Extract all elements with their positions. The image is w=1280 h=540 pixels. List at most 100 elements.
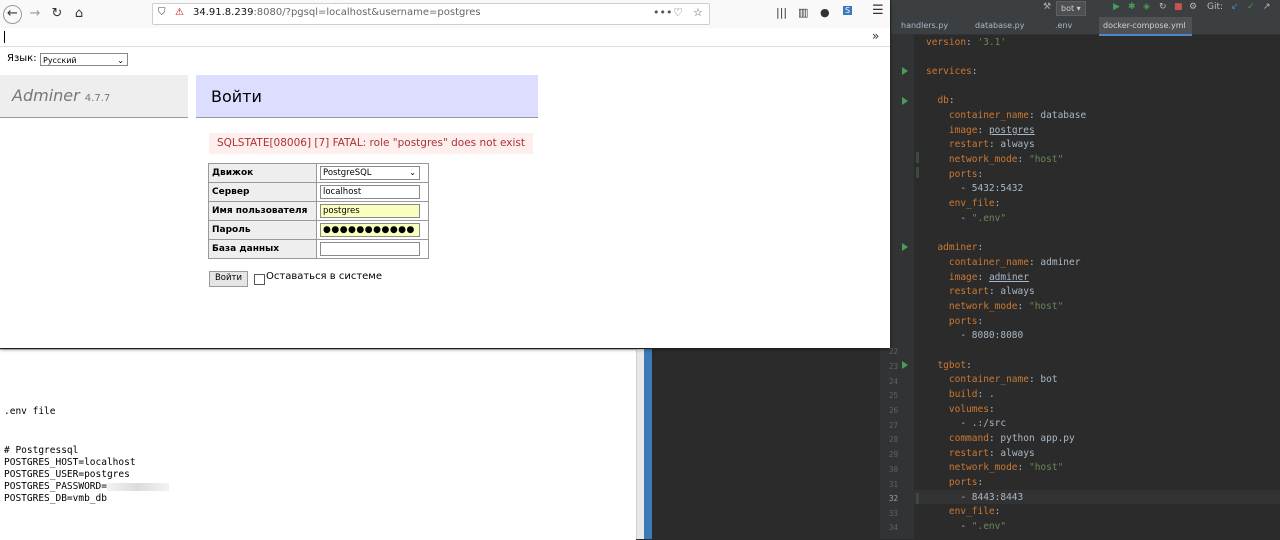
url-text[interactable]: 34.91.8.239:8080/?pgsql=localhost&userna… [193, 7, 481, 18]
run-icon[interactable]: ▶ [1113, 1, 1120, 14]
home-button[interactable]: ⌂ [70, 5, 88, 23]
username-input[interactable]: postgres [320, 204, 420, 218]
database-row: База данных [208, 239, 429, 259]
code-line: - 8443:8443 [926, 492, 1024, 503]
code-line: image: adminer [948, 272, 1029, 283]
line-number: 33 [888, 509, 898, 518]
env-password-key: POSTGRES_PASSWORD= [4, 481, 107, 492]
line-number: 31 [888, 480, 898, 489]
line-number: 27 [888, 421, 898, 430]
line-number: 25 [888, 391, 898, 400]
login-button[interactable]: Войти [209, 271, 248, 287]
change-marker [916, 167, 919, 178]
shield-icon[interactable]: ⛉ [158, 7, 166, 18]
code-line: image: postgres [948, 125, 1035, 136]
tab-env[interactable]: .env [1051, 17, 1078, 34]
change-marker [916, 152, 919, 163]
run-gutter-icon[interactable] [902, 243, 908, 251]
url-path: /?pgsql=localhost&username=postgres [282, 7, 481, 18]
code-line: restart: always [948, 286, 1035, 297]
code-line: ports: [948, 477, 984, 488]
env-host-line: POSTGRES_HOST=localhost [4, 457, 136, 468]
page-title: Войти [211, 87, 262, 106]
sidebar-icon[interactable]: ▥ [798, 6, 808, 19]
login-form-table: Движок PostgreSQL ⌄ Сервер localhost Имя … [208, 163, 429, 259]
tab-docker-compose[interactable]: docker-compose.yml [1099, 17, 1192, 36]
remember-me-label[interactable]: Оставаться в системе [266, 271, 382, 282]
git-commit-icon[interactable]: ✓ [1247, 1, 1255, 14]
page-heading: Войти [196, 75, 538, 118]
overflow-chevron-icon[interactable]: » [872, 29, 879, 43]
bookmark-star-icon[interactable]: ☆ [693, 6, 703, 19]
code-line: build: . [948, 389, 995, 400]
database-input[interactable] [320, 242, 420, 256]
code-line: ports: [948, 316, 984, 327]
adminer-brand-panel: Adminer 4.7.7 [0, 75, 188, 118]
engine-select[interactable]: PostgreSQL ⌄ [320, 166, 420, 180]
reload-button[interactable]: ↻ [48, 5, 66, 23]
editor-tabs: handlers.py database.py .env docker-comp… [891, 17, 1280, 36]
code-line: container_name: bot [948, 374, 1058, 385]
library-icon[interactable]: ||| [776, 6, 787, 19]
hammer-icon[interactable]: ⚒ [1043, 1, 1051, 14]
debug-icon[interactable]: ✱ [1128, 1, 1136, 14]
password-input[interactable]: ●●●●●●●●●●● [320, 223, 420, 237]
line-number: 30 [888, 465, 898, 474]
engine-value: PostgreSQL [323, 168, 372, 178]
server-input[interactable]: localhost [320, 185, 420, 199]
insecure-lock-icon[interactable]: ⚠ [175, 7, 184, 18]
rerun-icon[interactable]: ↻ [1159, 1, 1167, 14]
line-number: 22 [888, 347, 898, 356]
code-line: command: python app.py [948, 433, 1075, 444]
forward-button[interactable]: → [26, 5, 44, 23]
url-port: :8080 [253, 7, 283, 18]
line-number: 29 [888, 450, 898, 459]
adminer-logo[interactable]: Adminer 4.7.7 [12, 86, 110, 105]
run-config-select[interactable]: bot ▾ [1056, 1, 1086, 16]
code-line: network_mode: "host" [948, 301, 1064, 312]
browser-toolbar: ← → ↻ ⌂ ⛉ ⚠ 34.91.8.239:8080/?pgsql=loca… [0, 0, 890, 29]
env-comment: # Postgressql [4, 445, 79, 456]
code-line: container_name: database [948, 110, 1087, 121]
run-config-label: bot [1061, 4, 1075, 13]
code-line: db: [937, 95, 955, 106]
code-line: - .:/src [926, 418, 1007, 429]
hamburger-menu-icon[interactable]: ☰ [872, 3, 884, 18]
engine-row: Движок PostgreSQL ⌄ [208, 163, 429, 183]
code-line: volumes: [948, 404, 995, 415]
line-number: 34 [888, 523, 898, 532]
ide-toolbar: ⚒ bot ▾ ▶ ✱ ◈ ↻ ■ ⚙ Git: ↙ ✓ ↗ [891, 0, 1280, 17]
server-label: Сервер [208, 182, 317, 202]
extension-icon[interactable]: S [843, 6, 853, 15]
tab-handlers[interactable]: handlers.py [897, 17, 954, 34]
text-caret [4, 31, 5, 43]
url-bar[interactable]: ⛉ ⚠ 34.91.8.239:8080/?pgsql=localhost&us… [152, 3, 710, 25]
server-row: Сервер localhost [208, 182, 429, 202]
coverage-icon[interactable]: ◈ [1143, 1, 1150, 14]
password-label: Пароль [208, 220, 317, 240]
run-gutter-icon[interactable] [902, 67, 908, 75]
code-line: env_file: [948, 198, 1001, 209]
settings-icon[interactable]: ⚙ [1189, 1, 1197, 14]
line-number: 32 [888, 494, 898, 503]
remember-me-checkbox[interactable] [254, 274, 265, 285]
code-line: - ".env" [926, 521, 1007, 532]
run-gutter-icon[interactable] [902, 97, 908, 105]
line-number: 23 [888, 362, 898, 371]
window-edge [644, 349, 652, 539]
line-number: 24 [888, 377, 898, 386]
brand-name: Adminer [12, 86, 80, 105]
browser-window: ← → ↻ ⌂ ⛉ ⚠ 34.91.8.239:8080/?pgsql=loca… [0, 0, 890, 348]
chevron-down-icon: ⌄ [409, 168, 416, 177]
git-update-icon[interactable]: ↙ [1231, 1, 1239, 14]
back-button[interactable]: ← [3, 5, 22, 24]
run-gutter-icon[interactable] [902, 361, 908, 369]
env-title: .env file [4, 406, 56, 417]
stop-icon[interactable]: ■ [1174, 1, 1183, 14]
git-push-icon[interactable]: ↗ [1263, 1, 1271, 14]
page-actions-menu[interactable]: ••• [653, 6, 672, 19]
account-icon[interactable]: ● [820, 6, 830, 19]
pocket-icon[interactable]: ♡ [673, 6, 683, 19]
language-select[interactable]: Русский ⌄ [40, 53, 128, 66]
tab-database[interactable]: database.py [971, 17, 1030, 34]
